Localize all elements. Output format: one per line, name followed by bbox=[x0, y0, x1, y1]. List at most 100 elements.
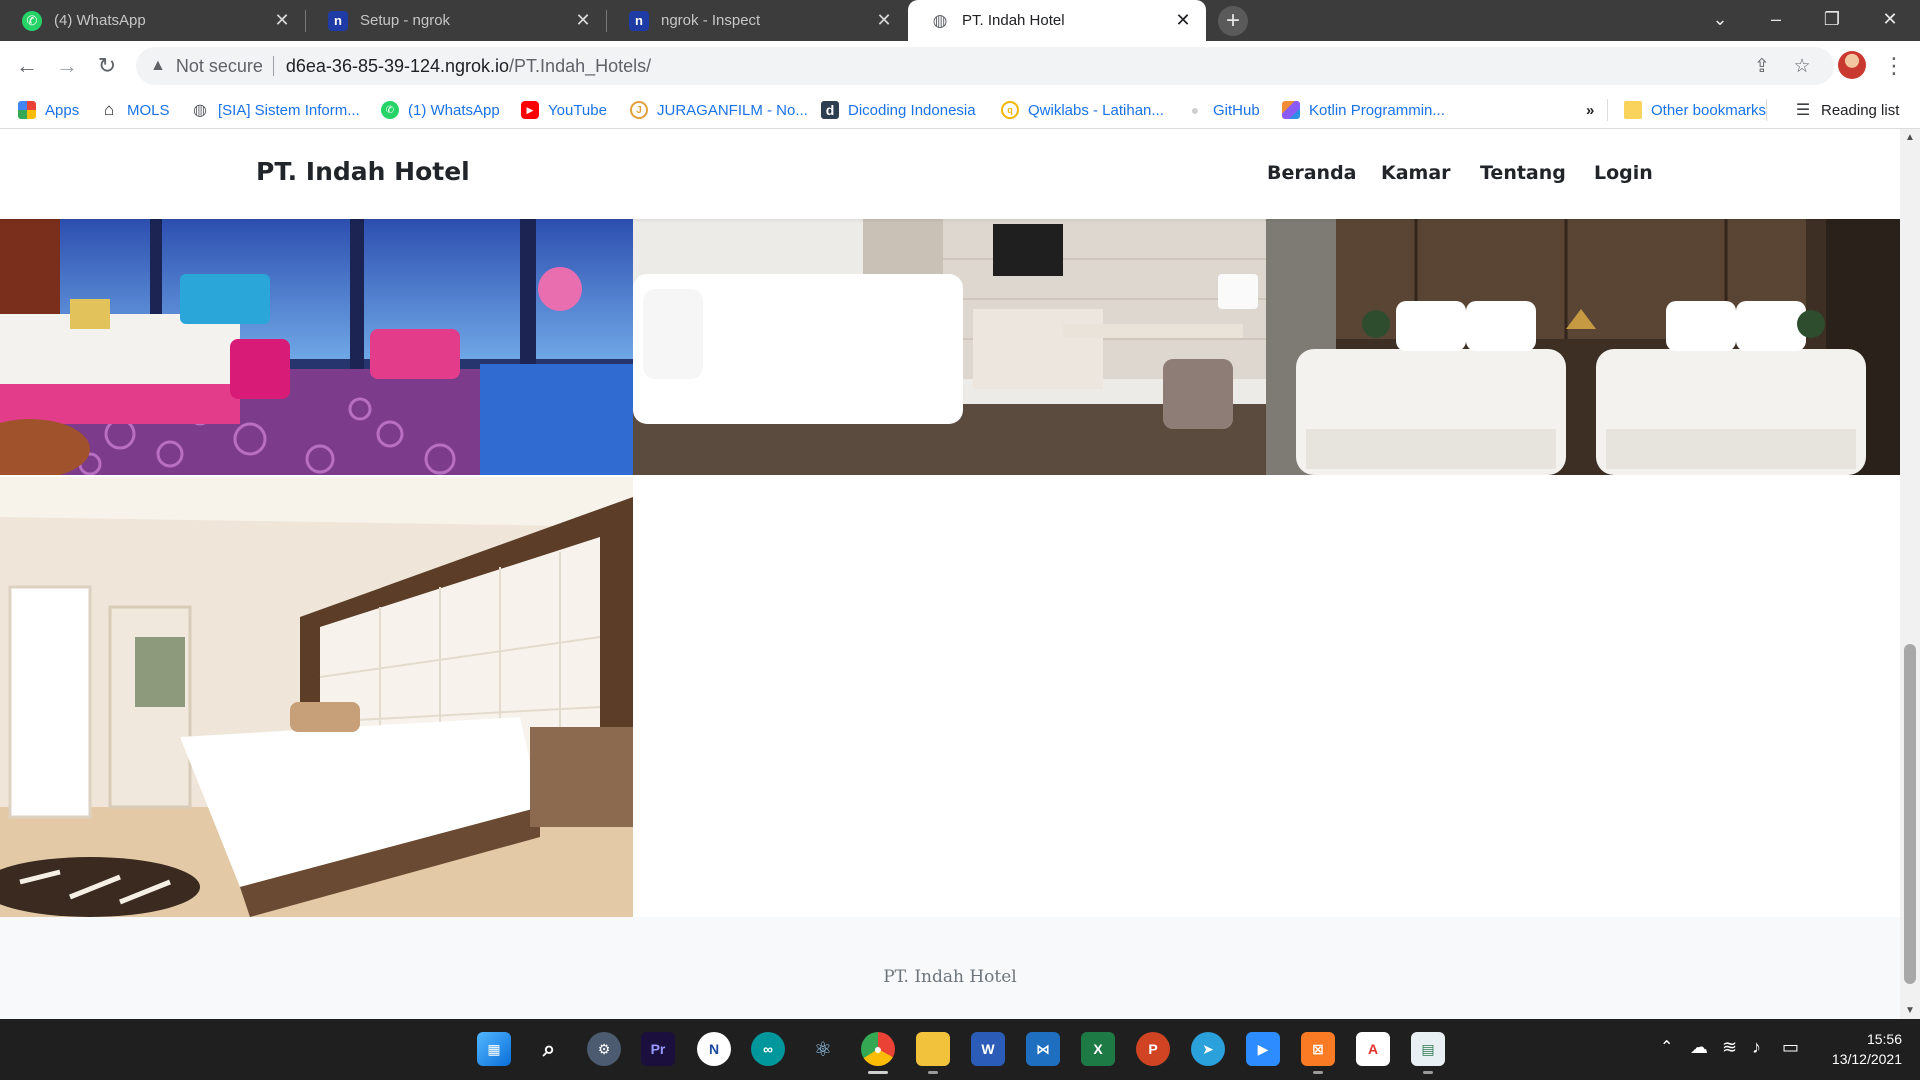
file-explorer-icon[interactable] bbox=[916, 1032, 950, 1066]
telegram-icon[interactable]: ➤ bbox=[1191, 1032, 1225, 1066]
page-viewport: PT. Indah Hotel Beranda Kamar Tentang Lo… bbox=[0, 129, 1900, 1019]
security-label[interactable]: Not secure bbox=[176, 56, 263, 77]
chrome-icon[interactable]: ● bbox=[861, 1032, 895, 1066]
url-path: /PT.Indah_Hotels/ bbox=[509, 55, 652, 76]
qwiklabs-icon: q bbox=[1001, 101, 1019, 119]
room-photo-cream-bedroom[interactable] bbox=[0, 477, 633, 917]
room-photo-colorful-suite[interactable] bbox=[0, 219, 633, 475]
warning-triangle-icon: ▲ bbox=[150, 57, 166, 74]
back-arrow-icon[interactable]: ← bbox=[11, 50, 43, 82]
other-bookmarks-folder[interactable]: Other bookmarks bbox=[1624, 91, 1766, 129]
ngrok-icon: n bbox=[629, 10, 649, 31]
powerpoint-icon[interactable]: P bbox=[1136, 1032, 1170, 1066]
bookmark-label: Apps bbox=[45, 101, 80, 119]
new-tab-button[interactable]: + bbox=[1218, 6, 1248, 36]
settings-icon[interactable]: ⚙ bbox=[587, 1032, 621, 1066]
whatsapp-icon: ✆ bbox=[381, 101, 399, 119]
close-icon[interactable]: ✕ bbox=[572, 10, 594, 31]
bookmarks-overflow-button[interactable]: » bbox=[1586, 91, 1594, 129]
reading-list-button[interactable]: ☰ Reading list bbox=[1794, 91, 1900, 129]
bookmark-qwiklabs[interactable]: q Qwiklabs - Latihan... bbox=[1001, 91, 1164, 129]
nav-link-beranda[interactable]: Beranda bbox=[1267, 162, 1357, 184]
scroll-up-arrow-icon[interactable]: ▲ bbox=[1900, 129, 1920, 146]
clock-date: 13/12/2021 bbox=[1831, 1051, 1902, 1067]
clock-time: 15:56 bbox=[1866, 1031, 1902, 1047]
app-icon[interactable]: N bbox=[697, 1032, 731, 1066]
close-icon[interactable]: ✕ bbox=[1172, 10, 1194, 31]
window-close-icon[interactable]: ✕ bbox=[1862, 0, 1918, 38]
wifi-icon[interactable]: ≋ bbox=[1722, 1037, 1737, 1058]
tab-search-chevron-icon[interactable]: ⌄ bbox=[1692, 0, 1748, 38]
notepad-icon[interactable]: ▤ bbox=[1411, 1032, 1445, 1066]
room-photo-twin-beds-dark[interactable] bbox=[1266, 219, 1900, 475]
bookmark-label: Qwiklabs - Latihan... bbox=[1028, 101, 1164, 119]
kotlin-icon bbox=[1282, 101, 1300, 119]
cloud-icon[interactable]: ☁ bbox=[1690, 1037, 1708, 1058]
bookmark-label: (1) WhatsApp bbox=[408, 101, 500, 119]
bookmark-github[interactable]: ● GitHub bbox=[1186, 91, 1260, 129]
browser-menu-icon[interactable]: ⋮ bbox=[1880, 50, 1908, 82]
reload-icon[interactable]: ↻ bbox=[91, 50, 123, 82]
tab-setup-ngrok[interactable]: n Setup - ngrok ✕ bbox=[306, 0, 606, 41]
close-icon[interactable]: ✕ bbox=[271, 10, 293, 31]
tab-whatsapp[interactable]: ✆ (4) WhatsApp ✕ bbox=[0, 0, 305, 41]
close-icon[interactable]: ✕ bbox=[873, 10, 895, 31]
tab-title: PT. Indah Hotel bbox=[962, 12, 1065, 29]
home-icon: ⌂ bbox=[103, 100, 115, 119]
scrollbar-thumb[interactable] bbox=[1904, 644, 1916, 984]
restore-icon[interactable]: ❐ bbox=[1804, 0, 1860, 38]
nav-link-login[interactable]: Login bbox=[1594, 162, 1653, 184]
tab-pt-indah-hotel[interactable]: ◍ PT. Indah Hotel ✕ bbox=[908, 0, 1206, 41]
site-navbar: PT. Indah Hotel Beranda Kamar Tentang Lo… bbox=[0, 129, 1900, 219]
bookmark-label: GitHub bbox=[1213, 101, 1260, 119]
excel-icon[interactable]: X bbox=[1081, 1032, 1115, 1066]
bookmark-juraganfilm[interactable]: J JURAGANFILM - No... bbox=[630, 91, 808, 129]
bookmark-youtube[interactable]: ▶ YouTube bbox=[521, 91, 607, 129]
share-icon[interactable]: ⇪ bbox=[1746, 50, 1778, 82]
bookmark-dicoding[interactable]: d Dicoding Indonesia bbox=[821, 91, 976, 129]
profile-avatar[interactable] bbox=[1838, 51, 1866, 79]
zoom-icon[interactable]: ▶ bbox=[1246, 1032, 1280, 1066]
vscode-icon[interactable]: ⋈ bbox=[1026, 1032, 1060, 1066]
arduino-icon[interactable]: ∞ bbox=[751, 1032, 785, 1066]
acrobat-icon[interactable]: A bbox=[1356, 1032, 1390, 1066]
ngrok-icon: n bbox=[328, 10, 348, 31]
bookmark-apps[interactable]: Apps bbox=[18, 91, 79, 129]
minimize-icon[interactable]: – bbox=[1748, 0, 1804, 38]
system-clock[interactable]: 15:56 13/12/2021 bbox=[1818, 1029, 1902, 1069]
globe-icon: ◍ bbox=[193, 102, 207, 119]
volume-icon[interactable]: ♪ bbox=[1752, 1037, 1761, 1058]
room-photo-white-modern[interactable] bbox=[633, 219, 1266, 475]
page-scrollbar[interactable]: ▲ ▼ bbox=[1900, 129, 1920, 1019]
tab-ngrok-inspect[interactable]: n ngrok - Inspect ✕ bbox=[607, 0, 907, 41]
folder-icon bbox=[1624, 101, 1642, 119]
premiere-icon[interactable]: Pr bbox=[641, 1032, 675, 1066]
scroll-down-arrow-icon[interactable]: ▼ bbox=[1900, 1002, 1920, 1019]
bookmark-mols[interactable]: ⌂ MOLS bbox=[100, 91, 170, 129]
forward-arrow-icon[interactable]: → bbox=[51, 50, 83, 82]
bookmark-kotlin[interactable]: Kotlin Programmin... bbox=[1282, 91, 1445, 129]
battery-icon[interactable]: ▭ bbox=[1782, 1037, 1799, 1058]
address-bar[interactable]: ▲ Not secure d6ea-36-85-39-124.ngrok.io /… bbox=[136, 47, 1834, 85]
bookmark-whatsapp[interactable]: ✆ (1) WhatsApp bbox=[381, 91, 500, 129]
bookmarks-bar: Apps ⌂ MOLS ◍ [SIA] Sistem Inform... ✆ (… bbox=[0, 91, 1920, 129]
nav-link-kamar[interactable]: Kamar bbox=[1381, 162, 1451, 184]
word-icon[interactable]: W bbox=[971, 1032, 1005, 1066]
dicoding-icon: d bbox=[821, 101, 839, 119]
site-brand[interactable]: PT. Indah Hotel bbox=[256, 157, 470, 186]
nav-link-tentang[interactable]: Tentang bbox=[1480, 162, 1566, 184]
atom-icon[interactable]: ⚛ bbox=[806, 1032, 840, 1066]
bookmark-label: JURAGANFILM - No... bbox=[657, 101, 808, 119]
start-icon[interactable]: ▦ bbox=[477, 1032, 511, 1066]
bookmark-label: YouTube bbox=[548, 101, 607, 119]
search-icon[interactable]: ⌕ bbox=[532, 1032, 566, 1066]
chevron-up-icon[interactable]: ⌃ bbox=[1660, 1037, 1673, 1057]
bookmark-label: Dicoding Indonesia bbox=[848, 101, 976, 119]
tab-title: Setup - ngrok bbox=[360, 12, 451, 29]
bookmark-sia[interactable]: ◍ [SIA] Sistem Inform... bbox=[191, 91, 360, 129]
url-host: d6ea-36-85-39-124.ngrok.io bbox=[285, 55, 510, 76]
footer-text: PT. Indah Hotel bbox=[883, 967, 1017, 987]
bookmark-star-icon[interactable]: ☆ bbox=[1786, 50, 1818, 82]
xampp-icon[interactable]: ⊠ bbox=[1301, 1032, 1335, 1066]
overflow-label: » bbox=[1586, 101, 1595, 119]
